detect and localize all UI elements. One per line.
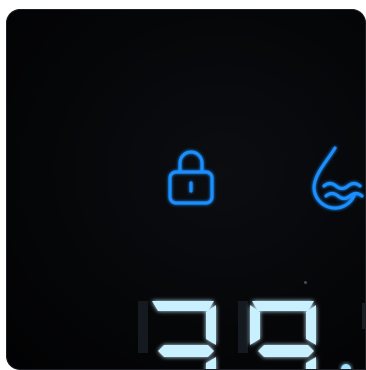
decimal-point bbox=[341, 364, 351, 370]
lock-icon[interactable] bbox=[164, 144, 220, 212]
indicator-dot bbox=[304, 281, 307, 284]
digit-three bbox=[152, 301, 216, 370]
digit-nine bbox=[250, 301, 316, 370]
water-drop-waves-icon[interactable] bbox=[304, 140, 366, 212]
control-panel bbox=[6, 9, 366, 370]
digit-display bbox=[118, 285, 366, 370]
